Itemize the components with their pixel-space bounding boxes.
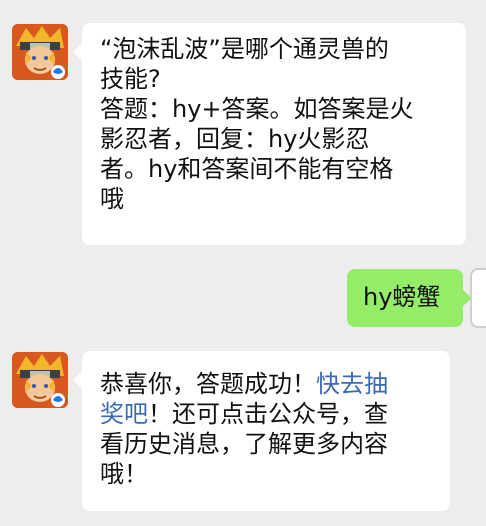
- message-text-line: 恭喜你，答题成功！快去抽: [100, 369, 434, 399]
- message-text-line: 答题：hy+答案。如答案是火: [100, 95, 414, 123]
- message-bubble[interactable]: hy螃蟹: [347, 269, 472, 327]
- user-avatar[interactable]: [470, 268, 486, 328]
- message-text-line: 奖吧！还可点击公众号，查: [100, 399, 434, 429]
- message-text-line: 哦: [100, 185, 124, 213]
- message-text-line: “泡沫乱波”是哪个通灵兽的: [100, 35, 389, 63]
- message-text: 恭喜你，答题成功！: [100, 370, 316, 398]
- message-bubble[interactable]: “泡沫乱波”是哪个通灵兽的 技能? 答题：hy+答案。如答案是火 影忍者，回复：…: [73, 23, 466, 245]
- message-bubble[interactable]: 恭喜你，答题成功！快去抽 奖吧！还可点击公众号，查 看历史消息，了解更多内容 哦…: [73, 351, 450, 511]
- lottery-link[interactable]: 奖吧: [100, 400, 148, 428]
- message-text-line: 技能?: [100, 65, 161, 93]
- message-text: hy螃蟹: [363, 283, 441, 311]
- lottery-link[interactable]: 快去抽: [316, 370, 388, 398]
- message-text-line: 影忍者，回复：hy火影忍: [100, 125, 370, 153]
- message-text: ！还可点击公众号，查: [148, 400, 388, 428]
- naruto-avatar-icon[interactable]: [12, 352, 68, 408]
- message-text-line: 看历史消息，了解更多内容: [100, 430, 388, 458]
- naruto-avatar-icon[interactable]: [12, 24, 68, 80]
- message-text-line: 哦！: [100, 460, 148, 488]
- message-text-line: 者。hy和答案间不能有空格: [100, 155, 394, 183]
